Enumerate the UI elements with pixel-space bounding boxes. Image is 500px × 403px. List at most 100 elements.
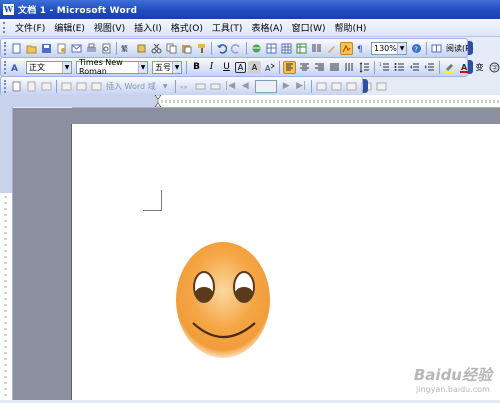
match-fields-icon[interactable]: [209, 80, 222, 93]
smiley-face-image[interactable]: [174, 239, 272, 361]
svg-text:1: 1: [379, 62, 382, 67]
menu-edit[interactable]: 编辑(E): [51, 21, 91, 34]
toolbar-separator: [211, 41, 212, 55]
permission-icon[interactable]: [55, 42, 68, 55]
insert-excel-icon[interactable]: [295, 42, 308, 55]
toolbar-options-button[interactable]: [363, 79, 368, 93]
menu-help[interactable]: 帮助(H): [332, 21, 373, 34]
save-icon[interactable]: [40, 42, 53, 55]
numbering-icon[interactable]: 1: [378, 61, 391, 74]
format-painter-icon[interactable]: [195, 42, 208, 55]
horizontal-ruler[interactable]: [72, 95, 500, 108]
svg-text:«»: «»: [180, 84, 188, 91]
next-record-icon[interactable]: ▶: [280, 80, 293, 93]
styles-icon[interactable]: A: [10, 61, 23, 74]
menu-insert[interactable]: 插入(I): [131, 21, 168, 34]
print-icon[interactable]: [85, 42, 98, 55]
align-left-icon[interactable]: [283, 60, 296, 74]
bold-button[interactable]: B: [190, 61, 203, 74]
toolbar-options-button[interactable]: [468, 41, 473, 55]
character-scale-icon[interactable]: A: [263, 61, 276, 74]
highlight-icon[interactable]: [443, 61, 456, 74]
previous-record-icon[interactable]: ◀: [239, 80, 252, 93]
menu-view[interactable]: 视图(V): [91, 21, 131, 34]
find-entry-icon[interactable]: [315, 80, 328, 93]
enclose-characters-icon[interactable]: 字: [488, 61, 500, 74]
merge-to-new-doc-icon[interactable]: [345, 80, 358, 93]
insert-greeting-icon[interactable]: [75, 80, 88, 93]
toolbar-options-button[interactable]: [468, 60, 473, 74]
print-preview-icon[interactable]: [100, 42, 113, 55]
read-icon[interactable]: [430, 42, 443, 55]
insert-word-field-button[interactable]: 插入 Word 域: [104, 81, 158, 92]
increase-indent-icon[interactable]: [423, 61, 436, 74]
menu-grip[interactable]: [3, 22, 8, 33]
character-shading-button[interactable]: A: [248, 60, 261, 74]
main-document-icon[interactable]: [10, 80, 23, 93]
zoom-select[interactable]: 130% ▼: [371, 41, 407, 55]
toolbar-separator: [279, 60, 280, 74]
first-record-icon[interactable]: |◀: [224, 80, 237, 93]
research-icon[interactable]: [135, 42, 148, 55]
document-map-icon[interactable]: [340, 41, 353, 55]
phonetic-guide-button[interactable]: 变: [473, 61, 486, 74]
open-data-source-icon[interactable]: [25, 80, 38, 93]
font-size-select[interactable]: 五号 ▼: [152, 60, 182, 74]
font-color-letter: A: [461, 63, 468, 72]
paste-icon[interactable]: [180, 42, 193, 55]
insert-table-icon[interactable]: [280, 42, 293, 55]
style-select[interactable]: 正文 ▼: [26, 60, 72, 74]
justify-icon[interactable]: [328, 61, 341, 74]
insert-merge-fields-icon[interactable]: [90, 80, 103, 93]
undo-icon[interactable]: [215, 42, 228, 55]
new-document-icon[interactable]: [10, 42, 23, 55]
record-number-input[interactable]: [254, 79, 277, 93]
toolbar-separator: [439, 60, 440, 74]
menu-file[interactable]: 文件(F): [12, 21, 51, 34]
underline-button[interactable]: U: [220, 61, 233, 74]
menu-window[interactable]: 窗口(W): [289, 21, 332, 34]
toolbar-separator: [56, 79, 57, 93]
hyperlink-icon[interactable]: [250, 42, 263, 55]
insert-address-block-icon[interactable]: [60, 80, 73, 93]
toolbar-grip[interactable]: [4, 79, 6, 93]
document-page[interactable]: Baidu经验 jingyan.baidu.com: [72, 124, 500, 400]
highlight-fields-icon[interactable]: [194, 80, 207, 93]
toolbar-separator: [186, 60, 187, 74]
help-icon[interactable]: ?: [410, 42, 423, 55]
view-merged-data-icon[interactable]: «»: [179, 80, 192, 93]
line-spacing-icon[interactable]: [358, 61, 371, 74]
show-hide-icon[interactable]: ¶: [355, 42, 368, 55]
redo-icon[interactable]: [230, 42, 243, 55]
toolbar-grip[interactable]: [4, 41, 6, 55]
last-record-icon[interactable]: ▶|: [295, 80, 308, 93]
menu-tools[interactable]: 工具(T): [209, 21, 249, 34]
open-folder-icon[interactable]: [25, 42, 38, 55]
toolbar-separator: [174, 79, 176, 93]
recipients-icon[interactable]: [40, 80, 53, 93]
tables-borders-icon[interactable]: [265, 42, 278, 55]
menu-format[interactable]: 格式(O): [168, 21, 209, 34]
menu-table[interactable]: 表格(A): [248, 21, 288, 34]
toolbar-separator: [374, 60, 375, 74]
email-icon[interactable]: [70, 42, 83, 55]
merge-to-email-icon[interactable]: [375, 80, 388, 93]
align-center-icon[interactable]: [298, 61, 311, 74]
font-select[interactable]: Times New Roman ▼: [76, 58, 148, 76]
toolbar-grip[interactable]: [4, 60, 6, 74]
distributed-icon[interactable]: [343, 61, 356, 74]
check-errors-icon[interactable]: [330, 80, 343, 93]
italic-button[interactable]: I: [205, 61, 218, 74]
spelling-icon[interactable]: 繁: [120, 42, 133, 55]
drawing-icon[interactable]: [325, 42, 338, 55]
align-right-icon[interactable]: [313, 61, 326, 74]
vertical-ruler[interactable]: [0, 107, 13, 400]
columns-icon[interactable]: [310, 42, 323, 55]
cut-icon[interactable]: [150, 42, 163, 55]
character-border-button[interactable]: A: [235, 61, 246, 73]
decrease-indent-icon[interactable]: [408, 61, 421, 74]
chevron-down-icon[interactable]: ▼: [159, 80, 172, 93]
standard-toolbar: 繁 ¶ 130% ▼ ? 阅读(R): [0, 38, 474, 58]
bullets-icon[interactable]: [393, 61, 406, 74]
copy-icon[interactable]: [165, 42, 178, 55]
